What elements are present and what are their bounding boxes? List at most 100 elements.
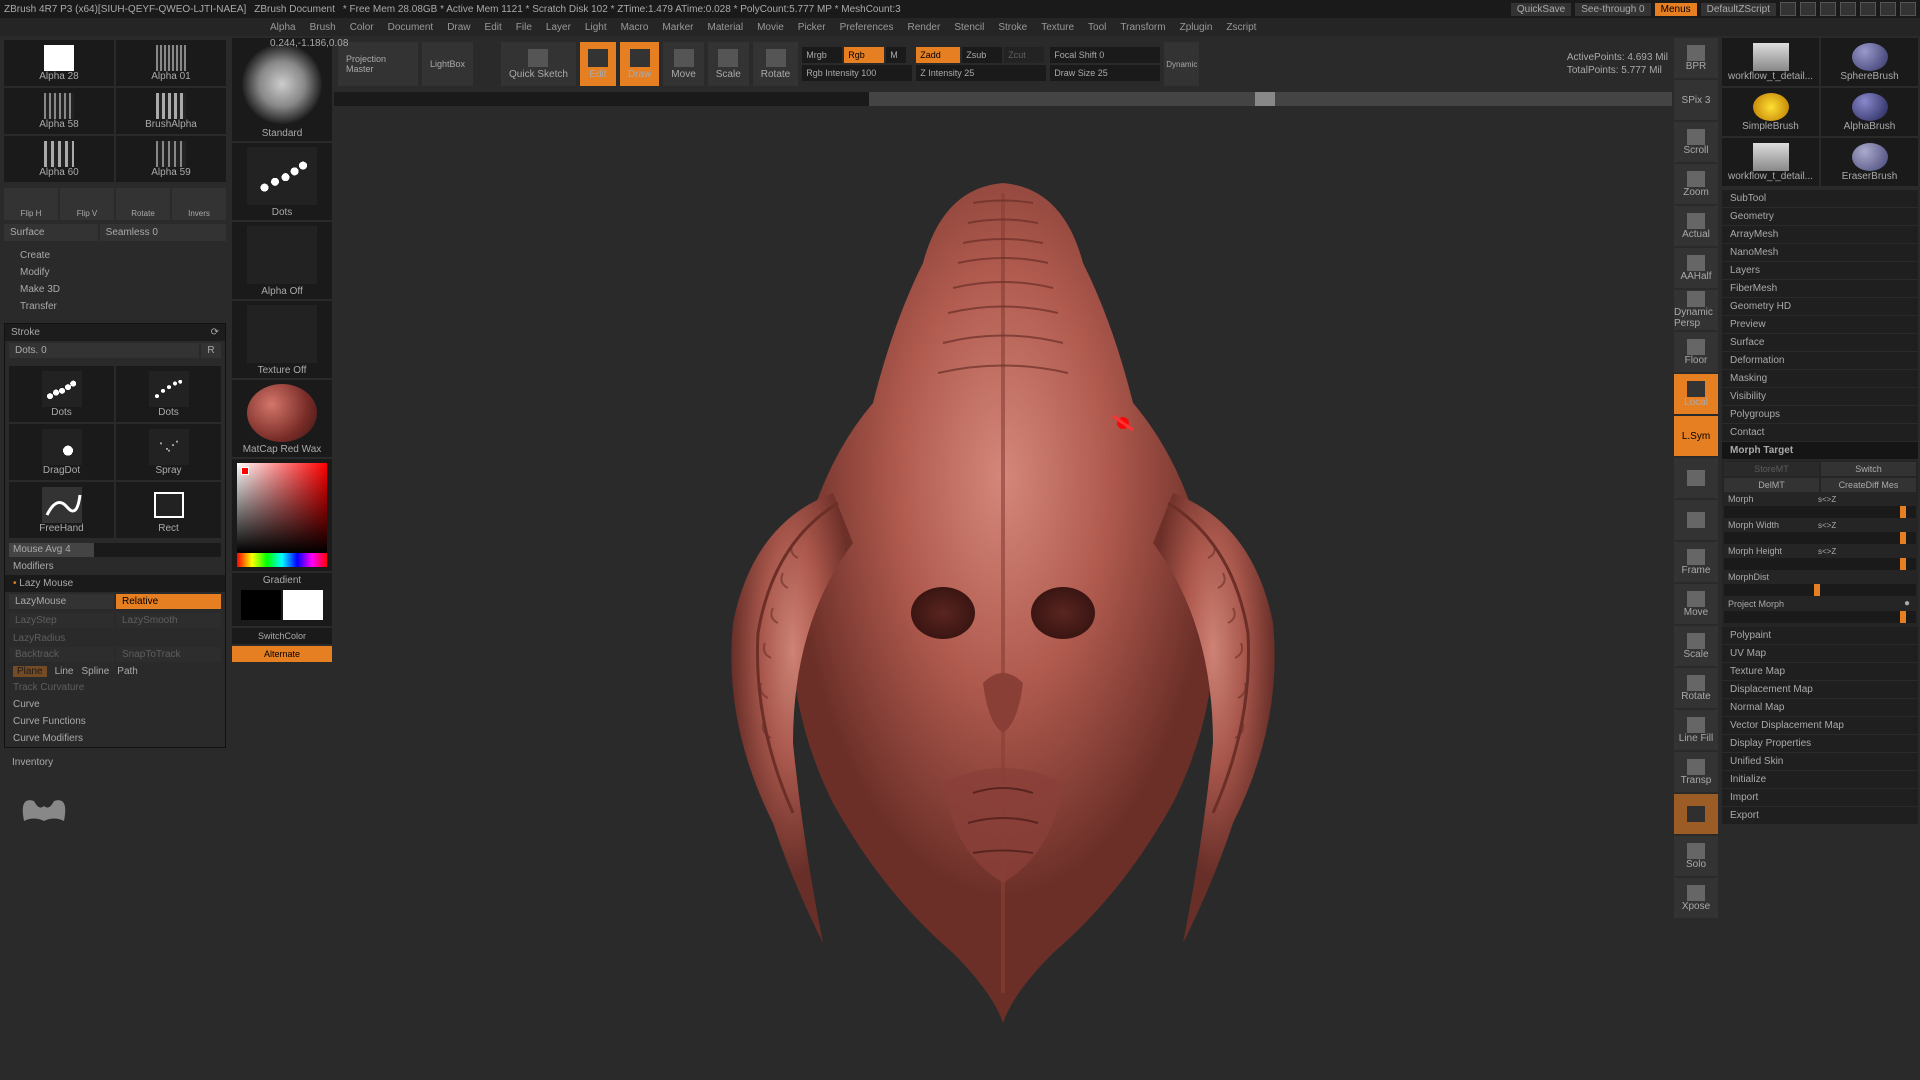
menu-edit[interactable]: Edit [485, 22, 502, 33]
rgb-intensity-slider[interactable]: Rgb Intensity 100 [802, 65, 912, 81]
menu-stencil[interactable]: Stencil [954, 22, 984, 33]
move-nav-button[interactable]: Move [1674, 584, 1718, 624]
quicksave-button[interactable]: QuickSave [1511, 3, 1571, 16]
lazymouse-section[interactable]: • Lazy Mouse [5, 575, 225, 592]
color-picker[interactable] [232, 459, 332, 571]
alpha-thumb[interactable]: Alpha 58 [4, 88, 114, 134]
local-button[interactable]: Local [1674, 374, 1718, 414]
tool-sphere[interactable]: SphereBrush [1821, 38, 1918, 86]
invert-button[interactable]: Invers [172, 188, 226, 220]
material-thumbnail[interactable]: MatCap Red Wax [232, 380, 332, 457]
surface-menu[interactable]: Surface [1722, 334, 1918, 351]
aahalf-button[interactable]: AAHalf [1674, 248, 1718, 288]
tool-alpha[interactable]: AlphaBrush [1821, 88, 1918, 136]
close-icon[interactable] [1900, 2, 1916, 16]
displayprops-menu[interactable]: Display Properties [1722, 735, 1918, 752]
alpha-thumb[interactable]: Alpha 01 [116, 40, 226, 86]
nanomesh-menu[interactable]: NanoMesh [1722, 244, 1918, 261]
menu-light[interactable]: Light [585, 22, 607, 33]
projectmorph-slider[interactable] [1724, 611, 1916, 623]
switch-button[interactable]: Switch [1821, 462, 1916, 476]
zadd-button[interactable]: Zadd [916, 47, 960, 63]
rgb-button[interactable]: Rgb [844, 47, 884, 63]
menu-zscript[interactable]: Zscript [1226, 22, 1256, 33]
menu-document[interactable]: Document [388, 22, 434, 33]
transp-button[interactable]: Transp [1674, 752, 1718, 792]
menu-file[interactable]: File [516, 22, 532, 33]
tool-thumb-current[interactable]: workflow_t_detail... [1722, 38, 1819, 86]
contact-menu[interactable]: Contact [1722, 424, 1918, 441]
spix-button[interactable]: SPix 3 [1674, 80, 1718, 120]
menu-stroke[interactable]: Stroke [998, 22, 1027, 33]
vectordisp-menu[interactable]: Vector Displacement Map [1722, 717, 1918, 734]
lazymouse-button[interactable]: LazyMouse [9, 594, 114, 609]
make3d-button[interactable]: Make 3D [12, 281, 218, 298]
modifiers-section[interactable]: Modifiers [5, 558, 225, 575]
stroke-freehand[interactable]: FreeHand [9, 482, 114, 538]
morphwidth-slider[interactable] [1724, 532, 1916, 544]
draw-button[interactable]: Draw [620, 42, 659, 86]
color-secondary[interactable] [283, 590, 323, 620]
refresh-icon[interactable]: ⟳ [211, 327, 219, 338]
geometry-menu[interactable]: Geometry [1722, 208, 1918, 225]
timeline-strip[interactable] [334, 92, 1672, 106]
window-icon[interactable] [1800, 2, 1816, 16]
ghost-button[interactable] [1674, 794, 1718, 834]
viewport[interactable] [334, 106, 1672, 1080]
subtool-menu[interactable]: SubTool [1722, 190, 1918, 207]
menu-texture[interactable]: Texture [1041, 22, 1074, 33]
unifiedskin-menu[interactable]: Unified Skin [1722, 753, 1918, 770]
menu-brush[interactable]: Brush [310, 22, 336, 33]
texture-thumbnail[interactable]: Texture Off [232, 301, 332, 378]
layers-menu[interactable]: Layers [1722, 262, 1918, 279]
frame-button[interactable]: Frame [1674, 542, 1718, 582]
modify-button[interactable]: Modify [12, 264, 218, 281]
normalmap-menu[interactable]: Normal Map [1722, 699, 1918, 716]
visibility-menu[interactable]: Visibility [1722, 388, 1918, 405]
window-icon[interactable] [1840, 2, 1856, 16]
tool-simple[interactable]: SimpleBrush [1722, 88, 1819, 136]
uvmap-menu[interactable]: UV Map [1722, 645, 1918, 662]
stroke-dots2[interactable]: Dots [116, 366, 221, 422]
import-menu[interactable]: Import [1722, 789, 1918, 806]
mrgb-button[interactable]: Mrgb [802, 47, 842, 63]
export-menu[interactable]: Export [1722, 807, 1918, 824]
stroke-thumbnail[interactable]: Dots [232, 143, 332, 220]
geometryhd-menu[interactable]: Geometry HD [1722, 298, 1918, 315]
texturemap-menu[interactable]: Texture Map [1722, 663, 1918, 680]
menu-tool[interactable]: Tool [1088, 22, 1106, 33]
seethrough-slider[interactable]: See-through 0 [1575, 3, 1650, 16]
scale-button[interactable]: Scale [708, 42, 749, 86]
preview-menu[interactable]: Preview [1722, 316, 1918, 333]
stroke-rect[interactable]: Rect [116, 482, 221, 538]
polypaint-menu[interactable]: Polypaint [1722, 627, 1918, 644]
create-button[interactable]: Create [12, 247, 218, 264]
menu-color[interactable]: Color [350, 22, 374, 33]
nav-icon[interactable] [1674, 458, 1718, 498]
rotate-button[interactable]: Rotate [753, 42, 798, 86]
stroke-dragdot[interactable]: DragDot [9, 424, 114, 480]
menu-zplugin[interactable]: Zplugin [1180, 22, 1213, 33]
rotate-button[interactable]: Rotate [116, 188, 170, 220]
window-icon[interactable] [1780, 2, 1796, 16]
move-button[interactable]: Move [663, 42, 703, 86]
menu-picker[interactable]: Picker [798, 22, 826, 33]
z-intensity-slider[interactable]: Z Intensity 25 [916, 65, 1046, 81]
relative-button[interactable]: Relative [116, 594, 221, 609]
zsub-button[interactable]: Zsub [962, 47, 1002, 63]
morphdist-slider[interactable] [1724, 584, 1916, 596]
focal-shift-slider[interactable]: Focal Shift 0 [1050, 47, 1160, 63]
scale-nav-button[interactable]: Scale [1674, 626, 1718, 666]
curve-section[interactable]: Curve [5, 696, 225, 713]
stroke-spray[interactable]: Spray [116, 424, 221, 480]
flip-v-button[interactable]: Flip V [60, 188, 114, 220]
window-icon[interactable] [1820, 2, 1836, 16]
menu-marker[interactable]: Marker [662, 22, 693, 33]
nav-icon[interactable] [1674, 500, 1718, 540]
morphheight-slider[interactable] [1724, 558, 1916, 570]
alpha-thumb[interactable]: Alpha 60 [4, 136, 114, 182]
switchcolor-button[interactable]: SwitchColor [232, 628, 332, 644]
transfer-button[interactable]: Transfer [12, 298, 218, 315]
scroll-button[interactable]: Scroll [1674, 122, 1718, 162]
arraymesh-menu[interactable]: ArrayMesh [1722, 226, 1918, 243]
